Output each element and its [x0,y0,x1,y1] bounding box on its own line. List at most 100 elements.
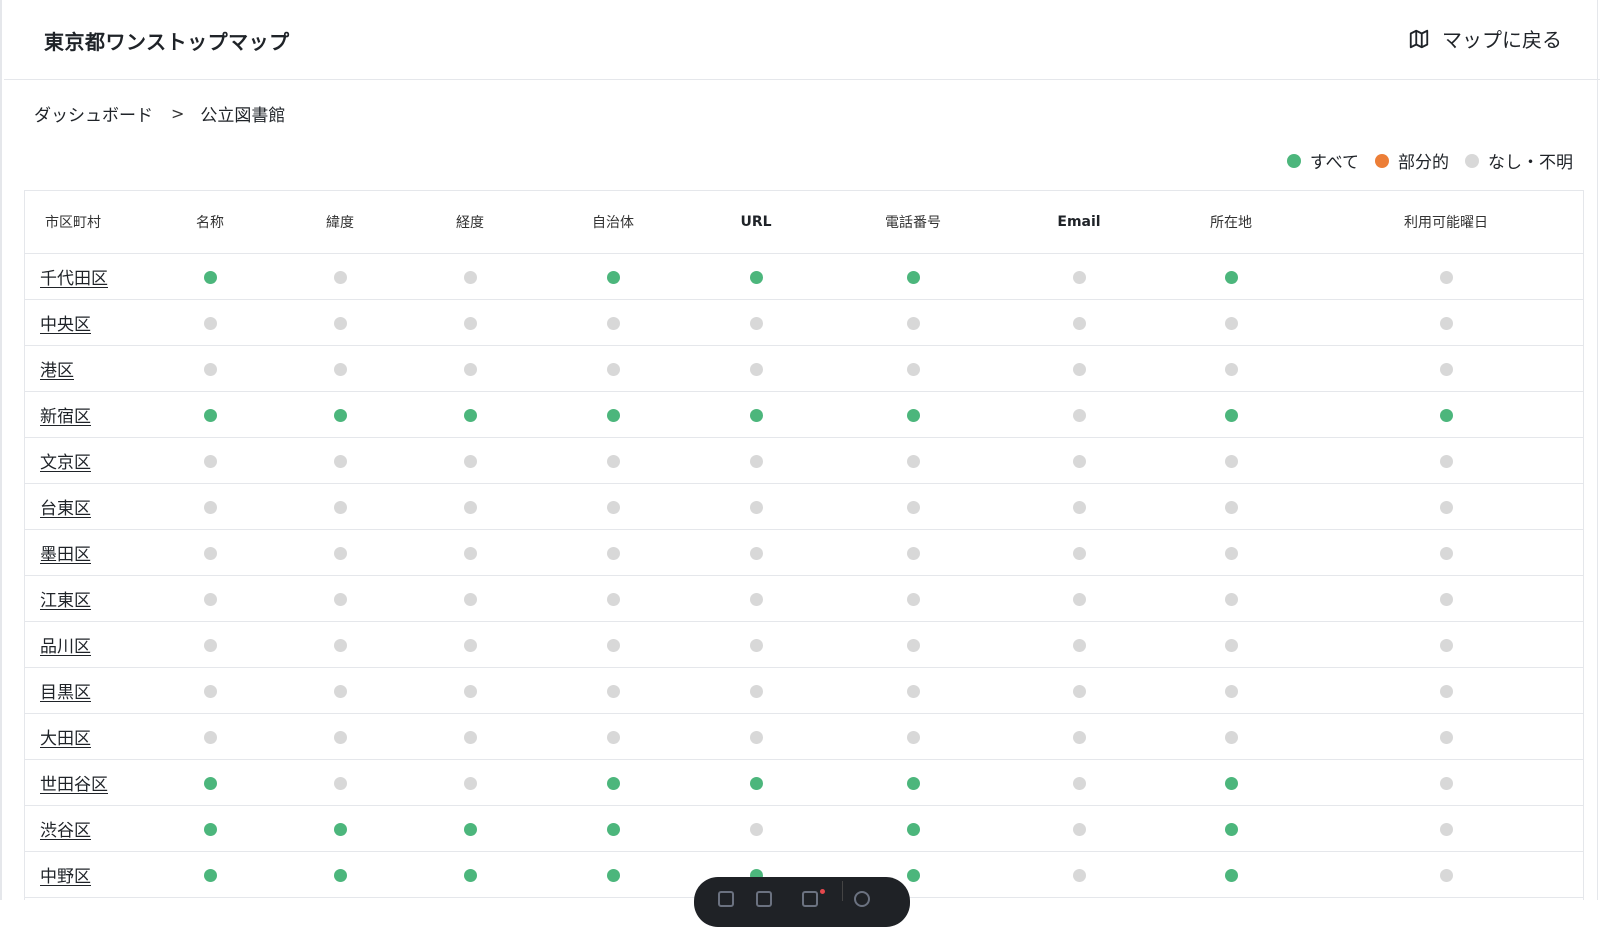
breadcrumb: ダッシュボード > 公立図書館 [34,101,285,126]
status-dot-all [203,271,217,284]
status-cell-latitude [275,391,405,438]
floating-toolbar[interactable] [694,877,910,927]
municipality-link[interactable]: 墨田区 [40,545,91,565]
status-cell-address [1153,621,1309,668]
status-cell-address [1153,299,1309,346]
table-row: 江東区 [25,575,1583,622]
toolbar-icon[interactable] [756,891,772,907]
col-header-email: Email [1005,191,1153,254]
status-cell-email [1005,483,1153,530]
municipality-cell: 世田谷区 [25,759,145,806]
status-cell-municipality-code [535,713,691,760]
status-cell-address [1153,483,1309,530]
toolbar-icon[interactable] [718,891,734,907]
municipality-link[interactable]: 江東区 [40,591,91,611]
status-dot-none [1224,501,1238,514]
status-dot-all [333,869,347,882]
status-cell-url [691,437,821,484]
status-cell-address [1153,391,1309,438]
status-dot-none [333,685,347,698]
status-cell-municipality-code [535,759,691,806]
municipality-cell: 品川区 [25,621,145,668]
municipality-link[interactable]: 台東区 [40,499,91,519]
status-dot-none [1072,271,1086,284]
status-dot-all [906,823,920,836]
status-cell-name [145,529,275,576]
status-dot-none [203,317,217,330]
municipality-cell: 中野区 [25,851,145,898]
municipality-link[interactable]: 千代田区 [40,269,108,289]
municipality-link[interactable]: 港区 [40,361,74,381]
status-dot-none [749,823,763,836]
status-cell-longitude [405,391,535,438]
status-dot-none [1072,363,1086,376]
municipality-link[interactable]: 中野区 [40,867,91,887]
table-row: 渋谷区 [25,805,1583,852]
status-dot-all [906,777,920,790]
status-dot-none [463,455,477,468]
status-cell-phone [821,529,1005,576]
status-cell-url [691,713,821,760]
status-cell-longitude [405,667,535,714]
status-dot-none [1439,317,1453,330]
status-dot-none [463,547,477,560]
status-cell-phone [821,575,1005,622]
municipality-link[interactable]: 渋谷区 [40,821,91,841]
status-dot-none [1439,639,1453,652]
table-row: 港区 [25,345,1583,392]
status-dot-none [749,501,763,514]
municipality-link[interactable]: 大田区 [40,729,91,749]
breadcrumb-current: 公立図書館 [200,106,286,126]
status-dot-all [333,823,347,836]
status-dot-none [333,777,347,790]
municipality-link[interactable]: 新宿区 [40,407,91,427]
municipality-link[interactable]: 文京区 [40,453,91,473]
status-dot-all [1224,823,1238,836]
col-header-municipality: 市区町村 [25,191,145,254]
municipality-link[interactable]: 目黒区 [40,683,91,703]
status-dot-none [1072,501,1086,514]
status-cell-email [1005,253,1153,300]
col-header-longitude: 経度 [405,191,535,254]
status-cell-latitude [275,713,405,760]
status-cell-address [1153,667,1309,714]
municipality-link[interactable]: 世田谷区 [40,775,108,795]
status-cell-name [145,759,275,806]
status-dot-none [1072,639,1086,652]
municipality-cell: 千代田区 [25,253,145,300]
status-cell-url [691,575,821,622]
status-dot-none [463,317,477,330]
back-to-map-button[interactable]: マップに戻る [1408,24,1562,53]
breadcrumb-dashboard-link[interactable]: ダッシュボード [34,101,153,126]
status-cell-email [1005,759,1153,806]
municipality-cell: 江東区 [25,575,145,622]
col-header-address: 所在地 [1153,191,1309,254]
settings-icon[interactable] [854,891,870,907]
toolbar-icon[interactable] [802,891,818,907]
table-row: 品川区 [25,621,1583,668]
status-dot-none [463,685,477,698]
status-dot-none [1072,869,1086,882]
table-row: 台東区 [25,483,1583,530]
status-dot-all [749,777,763,790]
status-dot-none [1439,731,1453,744]
status-dot-none [203,501,217,514]
status-dot-none [1072,731,1086,744]
status-cell-available-days [1309,667,1583,714]
status-cell-name [145,345,275,392]
status-dot-none [203,455,217,468]
status-dot-all [333,409,347,422]
status-cell-address [1153,529,1309,576]
status-cell-available-days [1309,437,1583,484]
municipality-link[interactable]: 品川区 [40,637,91,657]
status-dot-none [606,501,620,514]
municipality-cell: 渋谷区 [25,805,145,852]
status-cell-phone [821,667,1005,714]
status-dot-none [1072,317,1086,330]
status-dot-all [906,271,920,284]
legend-swatch-partial [1375,153,1389,168]
status-cell-longitude [405,851,535,898]
municipality-link[interactable]: 中央区 [40,315,91,335]
status-cell-url [691,667,821,714]
status-dot-none [1224,639,1238,652]
